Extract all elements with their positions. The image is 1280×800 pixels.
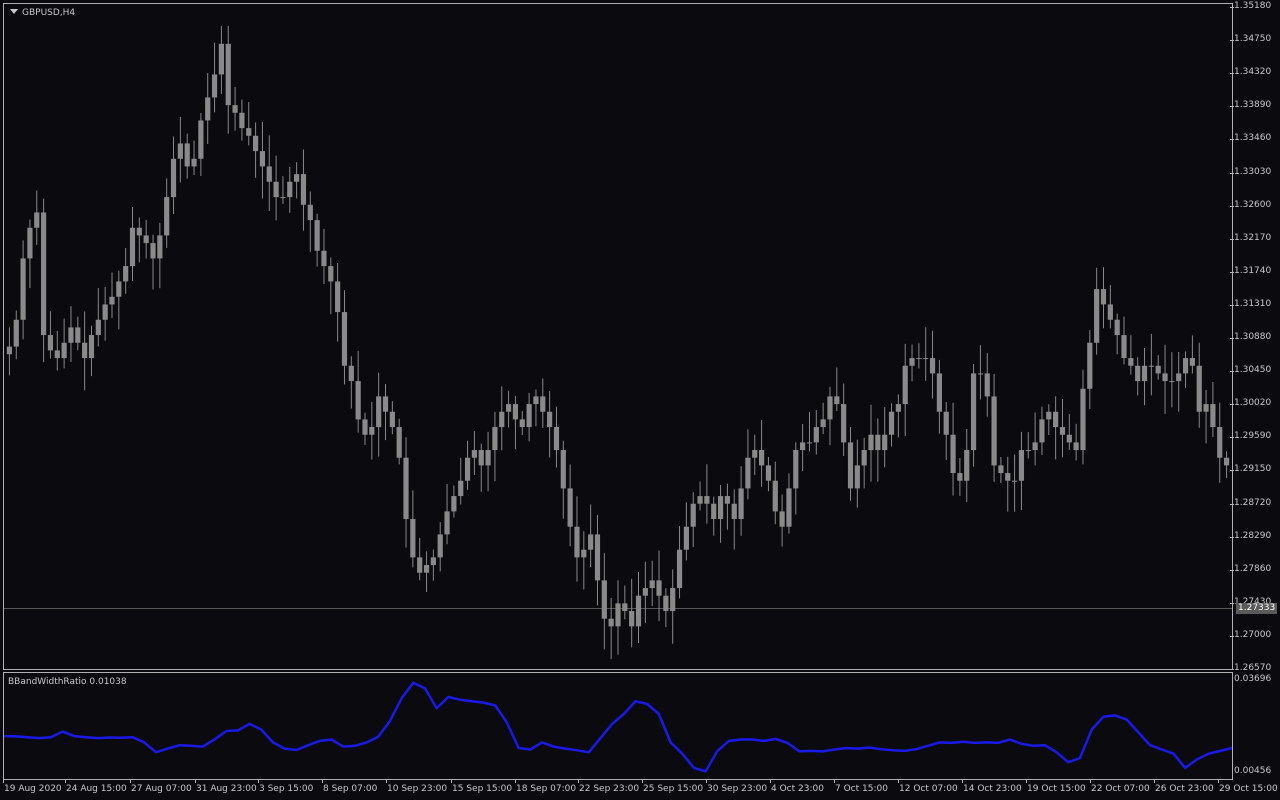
price-tick-label: 1.33030 — [1234, 166, 1272, 177]
price-tick-mark — [1230, 669, 1234, 670]
time-tick-label: 14 Oct 23:00 — [963, 784, 1022, 794]
metatrader-chart-window[interactable]: GBPUSD,H4 BBandWidthRatio 0.01038 1.3518… — [0, 0, 1280, 800]
time-tick-mark — [1154, 780, 1155, 783]
time-tick-mark — [834, 780, 835, 783]
price-tick-label: 1.30020 — [1234, 398, 1272, 409]
symbol-label[interactable]: GBPUSD,H4 — [10, 8, 75, 18]
time-tick-label: 22 Sep 23:00 — [579, 784, 640, 794]
price-tick-label: 1.28720 — [1234, 497, 1272, 508]
time-tick-mark — [1218, 780, 1219, 783]
time-tick-mark — [642, 780, 643, 783]
time-tick-mark — [65, 780, 66, 783]
time-tick-mark — [3, 780, 4, 783]
price-tick-mark — [1230, 404, 1234, 406]
price-tick-label: 1.27000 — [1234, 629, 1272, 640]
time-tick-label: 4 Oct 23:00 — [771, 784, 824, 794]
price-tick-label: 1.34750 — [1234, 34, 1272, 45]
time-tick-label: 24 Aug 15:00 — [66, 784, 127, 794]
price-tick-mark — [1230, 536, 1234, 538]
symbol-text: GBPUSD,H4 — [22, 8, 76, 18]
indicator-label: BBandWidthRatio 0.01038 — [8, 677, 127, 687]
time-tick-mark — [130, 780, 131, 783]
price-tick-mark — [1230, 602, 1234, 604]
time-tick-label: 3 Sep 15:00 — [259, 784, 314, 794]
time-tick-label: 7 Oct 15:00 — [835, 784, 888, 794]
price-tick-label: 1.35180 — [1234, 1, 1272, 11]
price-tick-mark — [1230, 304, 1234, 306]
price-tick-mark — [1230, 437, 1234, 439]
time-tick-mark — [1026, 780, 1027, 783]
time-tick-mark — [386, 780, 387, 783]
price-tick-mark — [1230, 106, 1234, 108]
time-tick-mark — [515, 780, 516, 783]
price-tick-mark — [1230, 371, 1234, 373]
price-tick-label: 1.29150 — [1234, 464, 1272, 475]
price-chart-pane[interactable]: GBPUSD,H4 — [3, 3, 1233, 670]
time-tick-mark — [898, 780, 899, 783]
price-tick-label: 1.31310 — [1234, 298, 1272, 309]
time-tick-label: 10 Sep 23:00 — [387, 784, 448, 794]
price-tick-mark — [1230, 73, 1234, 75]
price-tick-label: 1.31740 — [1234, 265, 1272, 276]
time-tick-mark — [578, 780, 579, 783]
time-tick-mark — [451, 780, 452, 783]
price-tick-label: 1.34320 — [1234, 67, 1272, 78]
price-tick-mark — [1230, 338, 1234, 339]
price-tick-mark — [1230, 238, 1234, 240]
price-tick-label: 1.26570 — [1234, 663, 1272, 673]
time-tick-label: 15 Sep 15:00 — [452, 784, 513, 794]
time-tick-label: 26 Oct 23:00 — [1155, 784, 1214, 794]
price-tick-label: 1.28290 — [1234, 530, 1272, 541]
price-tick-label: 1.29590 — [1234, 431, 1272, 442]
price-tick-mark — [1230, 7, 1234, 8]
time-tick-mark — [322, 780, 323, 783]
time-tick-label: 31 Aug 23:00 — [196, 784, 257, 794]
price-tick-label: 1.30880 — [1234, 332, 1272, 342]
price-tick-mark — [1230, 470, 1234, 472]
time-tick-label: 19 Aug 2020 — [4, 784, 62, 794]
price-tick-mark — [1230, 205, 1234, 207]
time-tick-label: 8 Sep 07:00 — [323, 784, 378, 794]
price-tick-mark — [1230, 503, 1234, 505]
time-tick-label: 18 Sep 07:00 — [516, 784, 577, 794]
time-tick-label: 27 Aug 07:00 — [131, 784, 192, 794]
price-tick-label: 1.27860 — [1234, 563, 1272, 574]
price-tick-label: 1.32170 — [1234, 232, 1272, 243]
indicator-tick-label: 0.03696 — [1234, 674, 1272, 684]
price-tick-mark — [1230, 139, 1234, 141]
time-tick-label: 29 Oct 15:00 — [1219, 784, 1278, 794]
time-tick-label: 19 Oct 15:00 — [1027, 784, 1086, 794]
time-tick-label: 22 Oct 07:00 — [1091, 784, 1150, 794]
price-tick-label: 1.32600 — [1234, 199, 1272, 210]
price-tick-label: 1.30450 — [1234, 365, 1272, 376]
time-tick-mark — [195, 780, 196, 783]
time-tick-label: 30 Sep 23:00 — [707, 784, 768, 794]
current-price-badge: 1.27333 — [1236, 603, 1278, 614]
price-tick-mark — [1230, 271, 1234, 273]
price-tick-label: 1.33890 — [1234, 100, 1272, 111]
time-tick-mark — [706, 780, 707, 783]
time-tick-mark — [770, 780, 771, 783]
price-tick-mark — [1230, 635, 1234, 637]
price-tick-label: 1.33460 — [1234, 133, 1272, 144]
price-tick-mark — [1230, 40, 1234, 42]
time-tick-mark — [1090, 780, 1091, 783]
time-tick-label: 12 Oct 07:00 — [899, 784, 958, 794]
dropdown-triangle-icon[interactable] — [10, 9, 18, 14]
price-tick-mark — [1230, 569, 1234, 571]
time-tick-mark — [258, 780, 259, 783]
indicator-tick-label: 0.00456 — [1234, 766, 1272, 776]
time-tick-mark — [962, 780, 963, 783]
price-tick-mark — [1230, 172, 1234, 174]
time-tick-label: 25 Sep 15:00 — [643, 784, 704, 794]
indicator-pane[interactable]: BBandWidthRatio 0.01038 — [3, 672, 1233, 780]
